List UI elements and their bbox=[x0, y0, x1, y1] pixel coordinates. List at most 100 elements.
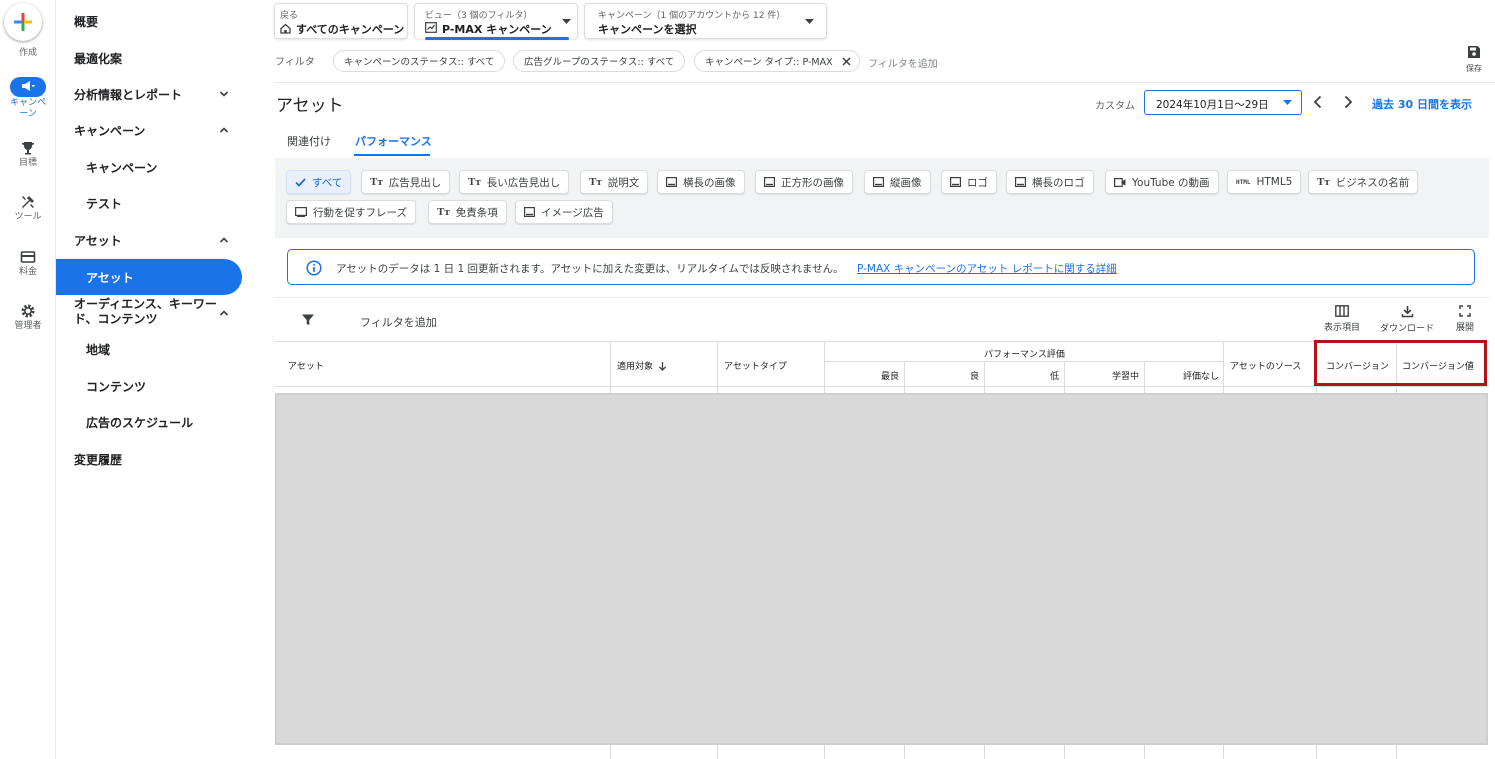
rail-item-goals[interactable]: 目標 bbox=[0, 140, 56, 169]
download-button[interactable]: ダウンロード bbox=[1378, 305, 1436, 334]
nav-change-history[interactable]: 変更履歴 bbox=[56, 442, 242, 476]
asset-type-image-ad[interactable]: イメージ広告 bbox=[515, 200, 613, 224]
nav-audiences-line1: オーディエンス、キーワー bbox=[74, 297, 217, 311]
nav-content[interactable]: コンテンツ bbox=[56, 369, 242, 403]
save-button[interactable]: 保存 bbox=[1461, 45, 1487, 74]
download-label: ダウンロード bbox=[1379, 324, 1434, 334]
filter-icon[interactable] bbox=[301, 313, 315, 327]
nav-insights[interactable]: 分析情報とレポート bbox=[56, 77, 242, 111]
arrow-down-icon bbox=[658, 361, 667, 371]
close-icon[interactable] bbox=[842, 57, 851, 66]
col-header-applied[interactable]: 適用対象 bbox=[617, 359, 667, 372]
asset-type-image-ad-label: イメージ広告 bbox=[541, 206, 604, 219]
tab-performance[interactable]: パフォーマンス bbox=[355, 133, 432, 149]
asset-type-html5[interactable]: HTML HTML5 bbox=[1227, 170, 1302, 194]
col-header-asset[interactable]: アセット bbox=[288, 359, 324, 372]
toolbar-top-divider bbox=[275, 297, 1489, 298]
nav-campaigns-group[interactable]: キャンペーン bbox=[56, 113, 242, 147]
asset-type-logo[interactable]: ロゴ bbox=[941, 170, 997, 194]
asset-type-square-image[interactable]: 正方形の画像 bbox=[755, 170, 853, 194]
asset-type-headline-label: 広告見出し bbox=[388, 176, 442, 189]
create-button[interactable] bbox=[4, 3, 42, 41]
download-icon bbox=[1401, 306, 1413, 318]
nav-audiences[interactable]: オーディエンス、キーワー ド、コンテンツ bbox=[56, 297, 242, 329]
page-title: アセット bbox=[276, 96, 344, 116]
nav-campaigns-group-label: キャンペーン bbox=[74, 123, 146, 138]
campaign-selector[interactable]: キャンペーン（1 個のアカウントから 12 件） キャンペーンを選択 bbox=[584, 3, 827, 39]
col-header-perf-good[interactable]: 良 bbox=[906, 369, 979, 382]
col-header-perf-low[interactable]: 低 bbox=[986, 369, 1059, 382]
view-label: P-MAX キャンペーン bbox=[442, 23, 552, 36]
rail-tools-label: ツール bbox=[14, 212, 42, 222]
show-last-30-days-link[interactable]: 過去 30 日間を表示 bbox=[1372, 96, 1472, 112]
add-filter-link[interactable]: フィルタを追加 bbox=[868, 55, 938, 70]
asset-type-youtube[interactable]: YouTube の動画 bbox=[1105, 170, 1219, 194]
rail-item-billing[interactable]: 料金 bbox=[0, 249, 56, 278]
chevron-left-icon[interactable] bbox=[1311, 94, 1325, 110]
rail-item-tools[interactable]: ツール bbox=[0, 194, 56, 223]
asset-type-cta[interactable]: 行動を促すフレーズ bbox=[286, 200, 416, 224]
asset-type-landscape-logo[interactable]: 横長のロゴ bbox=[1006, 170, 1094, 194]
filter-chip-adgroup-status[interactable]: 広告グループのステータス:: すべて bbox=[513, 50, 686, 72]
col-header-asset-type[interactable]: アセットタイプ bbox=[724, 359, 787, 372]
rail-billing-label: 料金 bbox=[18, 267, 37, 277]
asset-type-all[interactable]: すべて bbox=[286, 170, 352, 194]
tab-associations[interactable]: 関連付け bbox=[287, 133, 331, 149]
info-learn-more-link[interactable]: P-MAX キャンペーンのアセット レポートに関する詳細 bbox=[857, 261, 1117, 276]
table-add-filter[interactable]: フィルタを追加 bbox=[360, 314, 437, 330]
rail-item-admin[interactable]: 管理者 bbox=[0, 303, 56, 332]
save-label: 保存 bbox=[1466, 64, 1482, 73]
nav-overview[interactable]: 概要 bbox=[56, 4, 242, 38]
asset-type-description[interactable]: Tт 説明文 bbox=[580, 170, 649, 194]
image-icon bbox=[666, 177, 677, 187]
asset-type-html5-label: HTML5 bbox=[1256, 176, 1293, 188]
nav-assets[interactable]: アセット bbox=[56, 259, 242, 295]
asset-type-business-name[interactable]: Tт ビジネスの名前 bbox=[1308, 170, 1419, 194]
asset-type-description-label: 説明文 bbox=[607, 176, 640, 189]
col-header-perf-none[interactable]: 評価なし bbox=[1146, 369, 1219, 382]
nav-ad-schedule[interactable]: 広告のスケジュール bbox=[56, 405, 242, 439]
asset-type-portrait-image[interactable]: 縦画像 bbox=[864, 170, 931, 194]
date-range-picker[interactable]: 2024年10月1日～29日 bbox=[1144, 90, 1302, 115]
rail-campaigns-label: キャンペーン bbox=[9, 98, 46, 119]
image-icon bbox=[950, 177, 961, 187]
rail-item-campaigns[interactable]: キャンペーン bbox=[0, 77, 56, 120]
plus-icon bbox=[14, 13, 32, 31]
nav-experiments[interactable]: テスト bbox=[56, 186, 242, 220]
asset-type-headline[interactable]: Tт 広告見出し bbox=[361, 170, 451, 194]
back-small-label: 戻る bbox=[280, 11, 299, 21]
home-icon bbox=[280, 23, 291, 34]
col-header-perf-learning[interactable]: 学習中 bbox=[1066, 369, 1139, 382]
nav-locations[interactable]: 地域 bbox=[56, 332, 242, 366]
nav-assets-group-label: アセット bbox=[74, 233, 122, 248]
asset-type-logo-label: ロゴ bbox=[967, 176, 988, 189]
date-range-value: 2024年10月1日～29日 bbox=[1156, 99, 1269, 111]
dropdown-arrow-icon bbox=[805, 19, 814, 24]
html-icon: HTML bbox=[1236, 178, 1251, 186]
col-header-perf-best[interactable]: 最良 bbox=[826, 369, 899, 382]
asset-type-all-label: すべて bbox=[312, 176, 343, 189]
campaign-label: キャンペーンを選択 bbox=[598, 23, 697, 36]
filter-chip-campaign-status[interactable]: キャンペーンのステータス:: すべて bbox=[333, 50, 506, 72]
chevron-right-icon[interactable] bbox=[1341, 94, 1355, 110]
columns-button[interactable]: 表示項目 bbox=[1322, 305, 1362, 333]
col-header-performance-group: パフォーマンス評価 bbox=[984, 350, 1065, 360]
nav-insights-label: 分析情報とレポート bbox=[74, 87, 183, 102]
back-to-all-campaigns[interactable]: 戻る すべてのキャンペーン bbox=[274, 3, 408, 39]
asset-type-landscape-image-label: 横長の画像 bbox=[683, 176, 736, 189]
col-header-asset-source[interactable]: アセットのソース bbox=[1230, 359, 1301, 372]
nav-campaigns[interactable]: キャンペーン bbox=[56, 150, 242, 184]
asset-type-business-name-label: ビジネスの名前 bbox=[1335, 176, 1410, 189]
asset-type-long-headline[interactable]: Tт 長い広告見出し bbox=[459, 170, 570, 194]
asset-type-disclaimer[interactable]: Tт 免責条項 bbox=[428, 200, 507, 224]
asset-type-landscape-image[interactable]: 横長の画像 bbox=[657, 170, 745, 194]
nav-recommendations[interactable]: 最適化案 bbox=[56, 41, 242, 75]
info-text: アセットのデータは 1 日 1 回更新されます。アセットに加えた変更は、リアルタ… bbox=[336, 263, 844, 275]
text-format-icon: Tт bbox=[370, 176, 383, 188]
perf-group-divider bbox=[825, 361, 1223, 362]
view-selector[interactable]: ビュー（3 個のフィルタ） P-MAX キャンペーン bbox=[414, 3, 578, 40]
tools-icon bbox=[22, 196, 34, 208]
expand-button[interactable]: 展開 bbox=[1452, 305, 1478, 333]
nav-assets-group[interactable]: アセット bbox=[56, 223, 242, 257]
filter-chip-campaign-type[interactable]: キャンペーン タイプ:: P-MAX bbox=[694, 50, 860, 72]
